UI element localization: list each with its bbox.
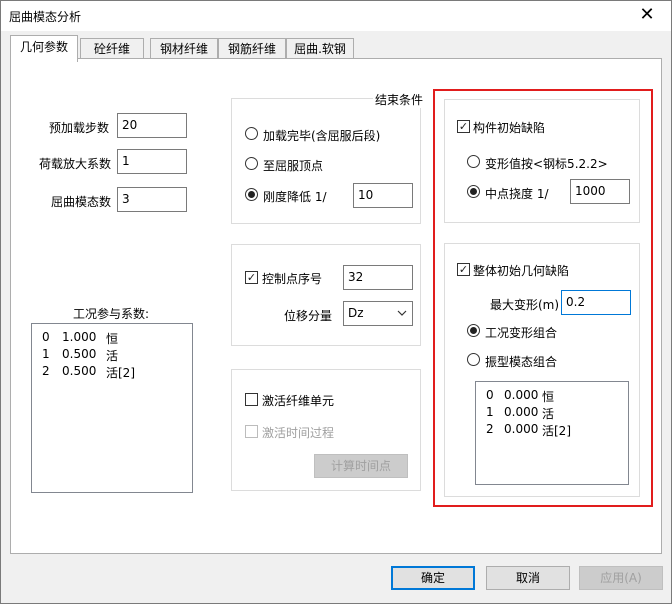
radio-case-combination[interactable] [467, 324, 480, 337]
cancel-button[interactable]: 取消 [486, 566, 570, 590]
control-point-checkbox[interactable]: ✓ [245, 271, 258, 284]
radio-code-deformation[interactable] [467, 155, 480, 168]
stiffness-reduction-input[interactable]: 10 [353, 183, 413, 208]
dialog-window: 屈曲模态分析 ✕ 几何参数 砼纤维 钢材纤维 钢筋纤维 屈曲.软钢 预加载步数 … [0, 0, 672, 604]
radio-mode-combination[interactable] [467, 353, 480, 366]
radio-mid-deflection-label: 中点挠度 1/ [485, 187, 549, 201]
max-deformation-input[interactable]: 0.2 [561, 290, 631, 315]
list-item[interactable]: 1 0.500 活 [32, 347, 192, 363]
activate-time-checkbox[interactable] [245, 425, 258, 438]
load-factor-input[interactable]: 1 [117, 149, 187, 174]
preload-steps-input[interactable]: 20 [117, 113, 187, 138]
list-item[interactable]: 2 0.000 活[2] [476, 422, 626, 438]
dof-select-value: Dz [348, 306, 364, 320]
radio-yield-top-label: 至屈服顶点 [263, 159, 324, 173]
tab-concrete-fiber[interactable]: 砼纤维 [80, 38, 144, 60]
radio-mid-deflection[interactable] [467, 185, 480, 198]
radio-mode-combination-label: 振型模态组合 [485, 355, 558, 369]
radio-stiffness-reduction[interactable] [245, 188, 258, 201]
global-imperfection-list[interactable]: 0 0.000 恒 1 0.000 活 2 0.000 活[2] [475, 381, 629, 485]
global-imperfection-label: 整体初始几何缺陷 [473, 264, 570, 278]
radio-code-deformation-label: 变形值按<钢标5.2.2> [485, 157, 608, 171]
activate-time-label: 激活时间过程 [262, 426, 335, 440]
title-bar: 屈曲模态分析 ✕ [1, 1, 671, 31]
load-factor-label: 荷载放大系数 [39, 157, 112, 171]
list-item[interactable]: 0 0.000 恒 [476, 388, 626, 404]
max-deformation-label: 最大变形(m) [490, 298, 560, 312]
radio-case-combination-label: 工况变形组合 [485, 326, 558, 340]
list-item[interactable]: 0 1.000 恒 [32, 330, 192, 346]
window-title: 屈曲模态分析 [9, 10, 82, 24]
buckling-modes-label: 屈曲模态数 [51, 195, 112, 209]
chevron-down-icon [397, 310, 407, 316]
tab-geometry-params[interactable]: 几何参数 [10, 35, 78, 62]
radio-load-done[interactable] [245, 127, 258, 140]
activate-fiber-label: 激活纤维单元 [262, 394, 335, 408]
radio-yield-top[interactable] [245, 157, 258, 170]
radio-load-done-label: 加载完毕(含屈服后段) [263, 129, 381, 143]
radio-stiffness-reduction-label: 刚度降低 1/ [263, 190, 327, 204]
global-imperfection-checkbox[interactable]: ✓ [457, 263, 470, 276]
dof-label: 位移分量 [284, 309, 333, 323]
preload-steps-label: 预加载步数 [49, 121, 110, 135]
tab-rebar-fiber[interactable]: 钢筋纤维 [218, 38, 286, 60]
end-condition-title: 结束条件 [373, 91, 426, 108]
tab-steel-fiber[interactable]: 钢材纤维 [150, 38, 218, 60]
calc-time-points-button[interactable]: 计算时间点 [314, 454, 408, 478]
tab-buckling-soft-steel[interactable]: 屈曲.软钢 [286, 38, 354, 60]
close-icon[interactable]: ✕ [635, 4, 659, 25]
control-point-group [231, 244, 421, 346]
buckling-modes-input[interactable]: 3 [117, 187, 187, 212]
ok-button[interactable]: 确定 [391, 566, 475, 590]
list-item[interactable]: 1 0.000 活 [476, 405, 626, 421]
member-imperfection-checkbox[interactable]: ✓ [457, 120, 470, 133]
member-imperfection-label: 构件初始缺陷 [473, 121, 546, 135]
dof-select[interactable]: Dz [343, 301, 413, 326]
list-item[interactable]: 2 0.500 活[2] [32, 364, 192, 380]
tab-bar: 几何参数 砼纤维 钢材纤维 钢筋纤维 屈曲.软钢 [1, 32, 671, 62]
activate-fiber-checkbox[interactable] [245, 393, 258, 406]
control-point-input[interactable]: 32 [343, 265, 413, 290]
case-factors-title: 工况参与系数: [73, 307, 150, 321]
apply-button[interactable]: 应用(A) [579, 566, 663, 590]
mid-deflection-input[interactable]: 1000 [570, 179, 630, 204]
case-factors-list[interactable]: 0 1.000 恒 1 0.500 活 2 0.500 活[2] [31, 323, 193, 493]
control-point-label: 控制点序号 [262, 272, 323, 286]
